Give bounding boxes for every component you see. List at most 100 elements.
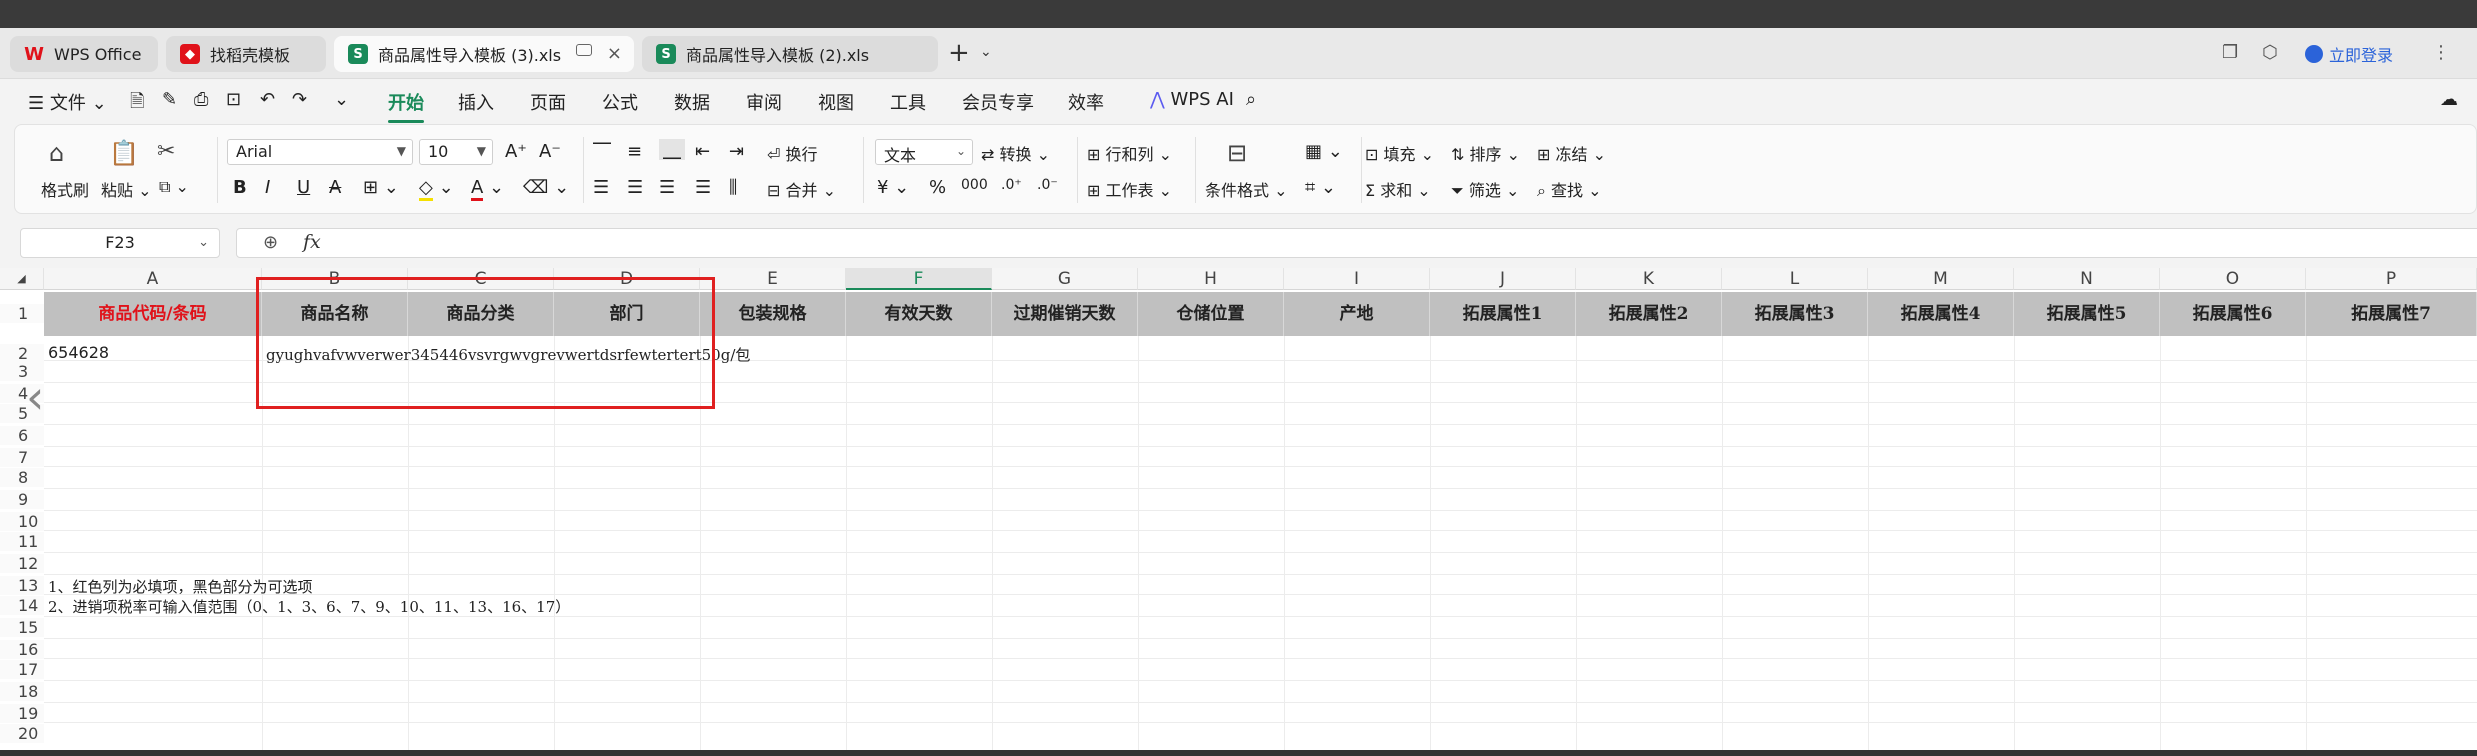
paste-button[interactable]: 粘贴 ⌄	[101, 177, 152, 201]
distribute-icon[interactable]: ⫼	[729, 177, 737, 198]
row-header[interactable]: 20	[0, 724, 44, 743]
number-format-select[interactable]: 文本 ⌄	[875, 139, 973, 165]
row-header[interactable]: 15	[0, 618, 44, 637]
header-cell-l1[interactable]: 拓展属性3	[1722, 292, 1868, 336]
row-header[interactable]: 10	[0, 512, 44, 531]
fx-icon[interactable]: fx	[303, 231, 321, 253]
column-header-a[interactable]: A	[44, 268, 262, 290]
row-header[interactable]: 17	[0, 660, 44, 679]
italic-button[interactable]: I	[265, 177, 270, 198]
row-header[interactable]: 13	[0, 576, 44, 595]
column-header-f[interactable]: F	[846, 268, 992, 290]
table-style-icon[interactable]: ▦ ⌄	[1305, 141, 1343, 162]
sort-button[interactable]: ⇅ 排序 ⌄	[1451, 141, 1520, 165]
print-preview-icon[interactable]: ⊡	[226, 89, 241, 110]
login-button[interactable]: 立即登录	[2305, 42, 2393, 66]
header-cell-o1[interactable]: 拓展属性6	[2160, 292, 2306, 336]
align-center-icon[interactable]: ☰	[627, 177, 643, 198]
menu-item-tools[interactable]: 工具	[890, 89, 926, 115]
row-header[interactable]: 14	[0, 596, 44, 615]
row-header[interactable]: 12	[0, 554, 44, 573]
thousands-icon[interactable]: 000	[961, 177, 988, 193]
menu-item-review[interactable]: 审阅	[746, 89, 782, 115]
row-header[interactable]: 8	[0, 468, 44, 487]
cut-icon[interactable]: ✂	[157, 139, 175, 164]
tab-active-sheet[interactable]: S 商品属性导入模板 (3).xls ×	[334, 36, 634, 72]
align-middle-icon[interactable]: ≡	[627, 141, 642, 162]
cond-format-button[interactable]: 条件格式 ⌄	[1205, 177, 1288, 201]
menu-item-efficiency[interactable]: 效率	[1068, 89, 1104, 115]
wps-ai-button[interactable]: ⋀ WPS AI	[1150, 89, 1234, 110]
column-header-g[interactable]: G	[992, 268, 1138, 290]
header-cell-m1[interactable]: 拓展属性4	[1868, 292, 2014, 336]
menu-item-view[interactable]: 视图	[818, 89, 854, 115]
decimal-increase-icon[interactable]: .0⁺	[1001, 177, 1022, 193]
cell-a14[interactable]: 2、进销项税率可输入值范围（0、1、3、6、7、9、10、11、13、16、17…	[48, 596, 570, 617]
quick-access-more-icon[interactable]: ⌄	[334, 89, 349, 110]
underline-button[interactable]: U	[297, 177, 310, 198]
header-cell-f1[interactable]: 有效天数	[846, 292, 992, 336]
header-cell-h1[interactable]: 仓储位置	[1138, 292, 1284, 336]
print-icon[interactable]: ⎙	[194, 89, 208, 110]
tab-docer[interactable]: ◆ 找稻壳模板	[166, 36, 326, 72]
column-header-i[interactable]: I	[1284, 268, 1430, 290]
menu-item-start[interactable]: 开始	[388, 89, 424, 123]
font-size-select[interactable]: 10 ▼	[419, 139, 493, 165]
column-header-e[interactable]: E	[700, 268, 846, 290]
row-header[interactable]: 1	[0, 304, 44, 323]
align-top-icon[interactable]: ⎺	[593, 141, 611, 162]
column-header-j[interactable]: J	[1430, 268, 1576, 290]
sum-button[interactable]: Σ 求和 ⌄	[1365, 177, 1431, 201]
format-painter-button[interactable]: 格式刷	[41, 177, 89, 201]
header-cell-a1[interactable]: 商品代码/条码	[44, 292, 262, 336]
header-cell-g1[interactable]: 过期催销天数	[992, 292, 1138, 336]
row-header[interactable]: 6	[0, 426, 44, 445]
row-header[interactable]: 16	[0, 640, 44, 659]
worksheet-button[interactable]: ⊞ 工作表 ⌄	[1087, 177, 1172, 201]
chevron-left-icon[interactable]: ‹	[26, 370, 44, 424]
window-mode-icon[interactable]: ❐	[2222, 42, 2238, 63]
tab-sheet-2[interactable]: S 商品属性导入模板 (2).xls	[642, 36, 938, 72]
column-header-m[interactable]: M	[1868, 268, 2014, 290]
cond-format-icon[interactable]: ⊟	[1227, 139, 1247, 167]
header-cell-n1[interactable]: 拓展属性5	[2014, 292, 2160, 336]
column-header-p[interactable]: P	[2306, 268, 2477, 290]
indent-increase-icon[interactable]: ⇥	[729, 141, 744, 162]
decimal-decrease-icon[interactable]: .0⁻	[1037, 177, 1058, 193]
select-all-corner[interactable]: ◢	[0, 268, 44, 290]
paste-icon[interactable]: 📋	[109, 139, 139, 167]
row-header[interactable]: 18	[0, 682, 44, 701]
header-cell-i1[interactable]: 产地	[1284, 292, 1430, 336]
cube-icon[interactable]: ⬡	[2262, 42, 2278, 63]
indent-decrease-icon[interactable]: ⇤	[695, 141, 710, 162]
column-header-o[interactable]: O	[2160, 268, 2306, 290]
undo-icon[interactable]: ↶	[260, 89, 275, 110]
zoom-icon[interactable]: ⊕	[263, 232, 278, 253]
increase-font-icon[interactable]: A⁺	[505, 141, 527, 162]
convert-button[interactable]: ⇄ 转换 ⌄	[981, 141, 1050, 165]
menu-item-page[interactable]: 页面	[530, 89, 566, 115]
menu-item-member[interactable]: 会员专享	[962, 89, 1034, 115]
font-family-select[interactable]: Arial ▼	[227, 139, 413, 165]
tab-wps-office[interactable]: W WPS Office	[10, 36, 158, 72]
column-header-l[interactable]: L	[1722, 268, 1868, 290]
header-cell-j1[interactable]: 拓展属性1	[1430, 292, 1576, 336]
window-icon[interactable]	[576, 44, 592, 56]
file-menu[interactable]: ☰ 文件 ⌄	[28, 89, 107, 115]
redo-icon[interactable]: ↷	[292, 89, 307, 110]
name-box[interactable]: F23 ⌄	[20, 228, 220, 258]
formula-input[interactable]: ⊕ fx	[236, 228, 2477, 258]
menu-item-formula[interactable]: 公式	[602, 89, 638, 115]
header-cell-p1[interactable]: 拓展属性7	[2306, 292, 2477, 336]
format-painter-icon[interactable]: ⌂	[49, 139, 64, 167]
align-left-icon[interactable]: ☰	[593, 177, 609, 198]
fill-button[interactable]: ⊡ 填充 ⌄	[1365, 141, 1434, 165]
cell-style-icon[interactable]: ⌗ ⌄	[1305, 177, 1336, 198]
clear-format-icon[interactable]: ⌫ ⌄	[523, 177, 569, 198]
header-cell-e1[interactable]: 包装规格	[700, 292, 846, 336]
fill-color-icon[interactable]: ◇ ⌄	[419, 177, 454, 201]
chevron-down-icon[interactable]: ⌄	[980, 44, 992, 60]
strikethrough-button[interactable]: A	[329, 177, 341, 198]
column-header-h[interactable]: H	[1138, 268, 1284, 290]
menu-item-insert[interactable]: 插入	[458, 89, 494, 115]
